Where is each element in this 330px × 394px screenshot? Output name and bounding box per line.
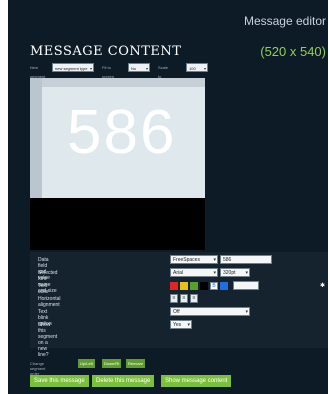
- message-title: MESSAGE CONTENT: [30, 44, 182, 59]
- segment-properties-panel: Data field and value FreeSpaces ▾ 586 Se…: [30, 252, 328, 358]
- new-line-label: Show this segment on a new line?: [38, 322, 58, 358]
- swatch-black[interactable]: [200, 282, 208, 290]
- color-picker-icon[interactable]: ✱: [320, 282, 325, 289]
- save-message-button[interactable]: Save this message: [30, 375, 89, 387]
- swatch-red[interactable]: [170, 282, 178, 290]
- chevron-down-icon: ▾: [145, 66, 148, 71]
- segment-display[interactable]: 586: [42, 87, 205, 198]
- text-color-label: Text color: [38, 283, 49, 295]
- swatch-yellow[interactable]: [180, 282, 188, 290]
- ruler-left: [30, 78, 42, 198]
- swatch-green[interactable]: [190, 282, 198, 290]
- data-field-value-input[interactable]: 586: [220, 255, 272, 264]
- segment-remove-button[interactable]: Remove: [126, 359, 145, 368]
- align-left-icon[interactable]: ≡: [170, 294, 178, 303]
- blink-select[interactable]: Off ▾: [170, 307, 250, 316]
- editor-frame: Message editor MESSAGE CONTENT (520 x 54…: [8, 0, 328, 394]
- scale-select[interactable]: 100 ▾: [186, 63, 208, 72]
- chevron-down-icon: ▾: [187, 322, 190, 328]
- segment-order-label: Change segment order: [30, 361, 46, 376]
- ruler-top: [30, 78, 205, 87]
- color-hex-input[interactable]: [233, 281, 259, 290]
- chevron-down-icon: ▾: [245, 309, 248, 315]
- chevron-down-icon: ▾: [213, 270, 216, 276]
- data-field-select[interactable]: FreeSpaces ▾: [170, 255, 218, 264]
- horizontal-alignment-label: Horizontal alignment: [38, 296, 61, 308]
- chevron-down-icon: ▾: [213, 257, 216, 263]
- segment-up-button[interactable]: Up/Left: [78, 359, 95, 368]
- font-name-select[interactable]: Arial ▾: [170, 268, 218, 277]
- chevron-down-icon: ▾: [203, 66, 206, 71]
- show-message-content-button[interactable]: Show message content: [161, 375, 232, 387]
- font-size-select[interactable]: 320pt ▾: [220, 268, 250, 277]
- app-title: Message editor: [243, 14, 326, 28]
- swatch-blue[interactable]: [220, 282, 228, 290]
- swatch-white[interactable]: B: [210, 282, 218, 290]
- message-size: (520 x 540): [260, 44, 326, 59]
- chevron-down-icon: ▾: [89, 66, 92, 71]
- delete-message-button[interactable]: Delete this message: [92, 375, 155, 387]
- fit-screen-select[interactable]: No ▾: [128, 63, 150, 72]
- chevron-down-icon: ▾: [245, 270, 248, 276]
- segment-text: 586: [67, 98, 177, 167]
- align-right-icon[interactable]: ≡: [190, 294, 198, 303]
- new-line-select[interactable]: Yes ▾: [170, 320, 192, 329]
- message-canvas[interactable]: 586: [30, 78, 205, 250]
- segment-down-button[interactable]: Down/Rt: [102, 359, 122, 368]
- new-segment-select[interactable]: new segment type ▾: [52, 63, 94, 72]
- align-center-icon[interactable]: ≡: [180, 294, 188, 303]
